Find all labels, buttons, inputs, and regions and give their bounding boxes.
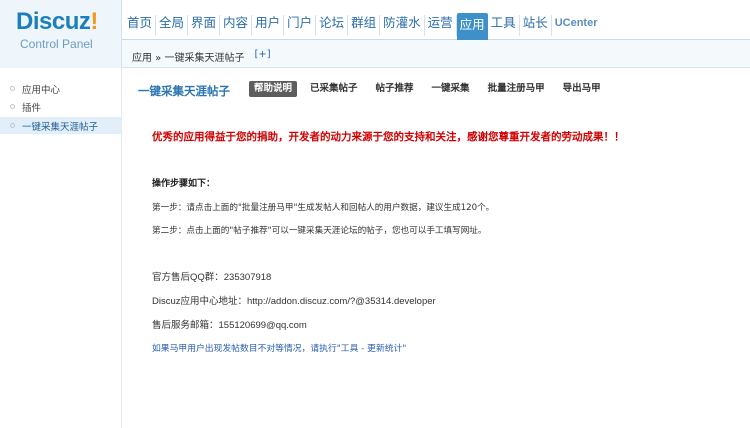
breadcrumb: 应用 » 一键采集天涯帖子 [+] bbox=[132, 49, 271, 64]
nav-tools[interactable]: 工具 bbox=[488, 15, 520, 36]
nav-portal[interactable]: 门户 bbox=[284, 15, 317, 36]
top-navigation: 首页 全局 界面 内容 用户 门户 论坛 群组 防灌水 运营 应用 工具 站长 … bbox=[124, 10, 601, 40]
bullet-icon bbox=[10, 123, 15, 128]
sidebar-item-label: 插件 bbox=[22, 102, 42, 114]
tab-one-click-collect[interactable]: 一键采集 bbox=[427, 81, 475, 97]
step-two-text: 第二步：点击上面的"帖子推荐"可以一键采集天涯论坛的帖子，您也可以手工填写网址。 bbox=[152, 226, 487, 236]
tab-recommended-posts[interactable]: 帖子推荐 bbox=[371, 81, 419, 97]
app-center-url-text: Discuz应用中心地址：http://addon.discuz.com/?@3… bbox=[152, 296, 436, 307]
sidebar-item-app-center[interactable]: 应用中心 bbox=[0, 80, 121, 97]
tab-batch-register[interactable]: 批量注册马甲 bbox=[483, 81, 550, 97]
nav-antispam[interactable]: 防灌水 bbox=[380, 15, 425, 36]
logo-bang: ! bbox=[90, 8, 98, 35]
logo-subtitle: Control Panel bbox=[20, 37, 93, 51]
bullet-icon bbox=[10, 104, 15, 109]
sidebar-item-tianya-collector[interactable]: 一键采集天涯帖子 bbox=[0, 117, 121, 134]
breadcrumb-path: 应用 » 一键采集天涯帖子 bbox=[132, 53, 245, 64]
sidebar-item-plugins[interactable]: 插件 bbox=[0, 98, 121, 115]
sidebar-item-label: 应用中心 bbox=[22, 84, 61, 96]
steps-heading: 操作步骤如下： bbox=[152, 179, 216, 189]
nav-groups[interactable]: 群组 bbox=[348, 15, 381, 36]
update-stats-link[interactable]: 如果马甲用户出现发帖数目不对等情况，请执行"工具 - 更新统计" bbox=[152, 341, 406, 354]
nav-operations[interactable]: 运营 bbox=[425, 15, 457, 36]
step-one-text: 第一步：请点击上面的"批量注册马甲"生成发帖人和回帖人的用户数据，建议生成120… bbox=[152, 203, 495, 213]
logo-area: Discuz! Control Panel bbox=[0, 0, 122, 68]
tab-help[interactable]: 帮助说明 bbox=[249, 81, 298, 97]
add-shortcut-button[interactable]: [+] bbox=[254, 49, 270, 64]
breadcrumb-bar: 应用 » 一键采集天涯帖子 [+] bbox=[122, 40, 750, 68]
sidebar-item-label: 一键采集天涯帖子 bbox=[22, 121, 99, 133]
nav-interface[interactable]: 界面 bbox=[188, 15, 221, 36]
main-content: 一键采集天涯帖子 帮助说明 已采集帖子 帖子推荐 一键采集 批量注册马甲 导出马… bbox=[122, 68, 750, 428]
qq-group-text: 官方售后QQ群：235307918 bbox=[152, 272, 272, 283]
nav-webmaster[interactable]: 站长 bbox=[520, 15, 552, 36]
discuz-logo[interactable]: Discuz! bbox=[16, 8, 98, 36]
donation-notice: 优秀的应用得益于您的捐助，开发者的动力来源于您的支持和关注，感谢您尊重开发者的劳… bbox=[152, 131, 625, 143]
plugin-title: 一键采集天涯帖子 bbox=[138, 84, 230, 98]
sidebar: 应用中心 插件 一键采集天涯帖子 bbox=[0, 68, 122, 428]
nav-users[interactable]: 用户 bbox=[252, 15, 285, 36]
logo-text: Discuz bbox=[16, 8, 91, 35]
support-email-text: 售后服务邮箱：155120699@qq.com bbox=[152, 320, 307, 331]
nav-apps[interactable]: 应用 bbox=[456, 13, 488, 40]
tab-collected-posts[interactable]: 已采集帖子 bbox=[305, 81, 363, 97]
plugin-tabs: 帮助说明 已采集帖子 帖子推荐 一键采集 批量注册马甲 导出马甲 bbox=[249, 81, 606, 97]
nav-forum[interactable]: 论坛 bbox=[316, 15, 349, 36]
bullet-icon bbox=[10, 86, 15, 91]
nav-global[interactable]: 全局 bbox=[156, 15, 189, 36]
tab-export-accounts[interactable]: 导出马甲 bbox=[558, 81, 606, 97]
nav-home[interactable]: 首页 bbox=[124, 15, 157, 36]
nav-ucenter[interactable]: UCenter bbox=[552, 15, 601, 36]
nav-content[interactable]: 内容 bbox=[220, 15, 253, 36]
